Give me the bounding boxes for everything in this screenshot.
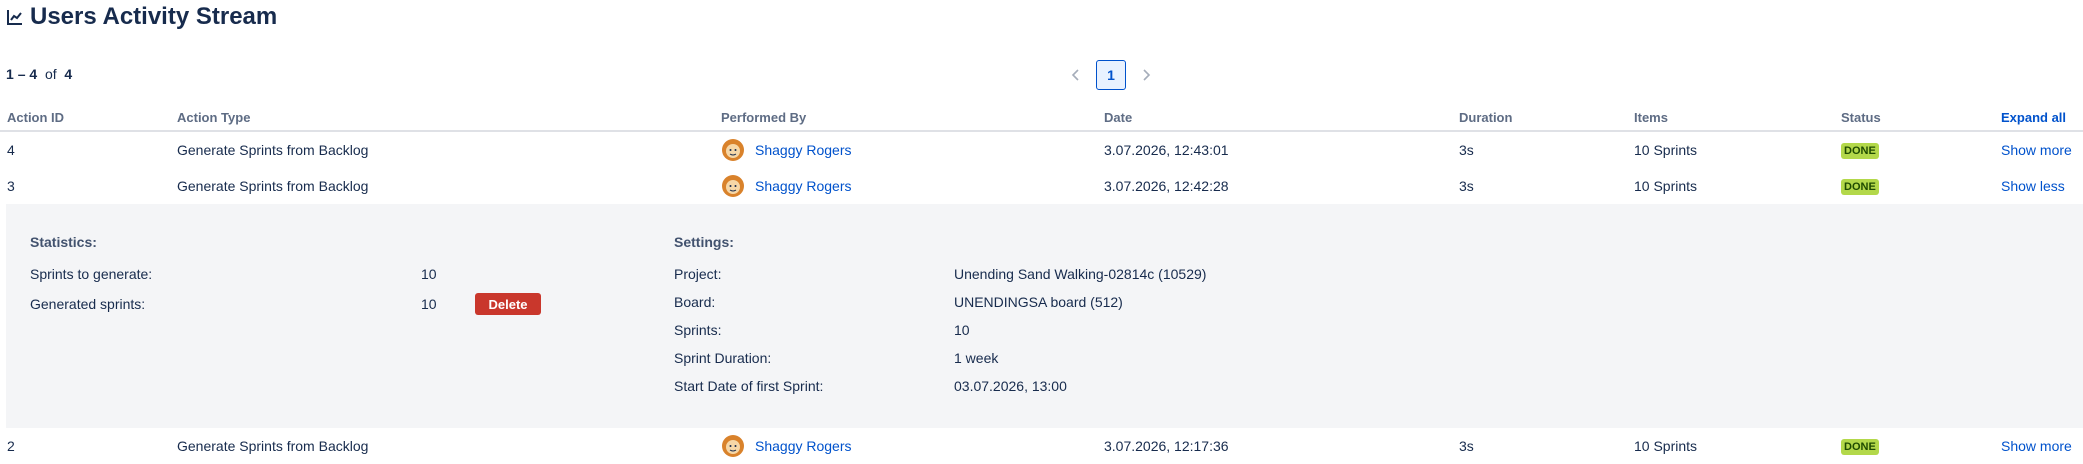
performed-by: Shaggy Rogers — [721, 168, 852, 204]
start-date-label: Start Date of first Sprint: — [674, 378, 824, 394]
table-row: 2 Generate Sprints from Backlog Shaggy R… — [0, 428, 2083, 464]
settings-title: Settings: — [674, 234, 734, 250]
start-date-value: 03.07.2026, 13:00 — [954, 378, 1067, 394]
show-more-link[interactable]: Show more — [2001, 428, 2072, 464]
column-action-id: Action ID — [7, 110, 65, 125]
user-link[interactable]: Shaggy Rogers — [755, 168, 852, 204]
avatar — [722, 435, 744, 457]
sprint-duration-label: Sprint Duration: — [674, 350, 772, 366]
page-1-button[interactable]: 1 — [1096, 60, 1126, 90]
status-cell: DONE — [1841, 132, 1879, 168]
status-badge: DONE — [1841, 179, 1879, 196]
pagination: 1 — [1066, 60, 1156, 90]
user-link[interactable]: Shaggy Rogers — [755, 428, 852, 464]
status-badge: DONE — [1841, 439, 1879, 456]
of-label: of — [44, 66, 57, 82]
range-end: 4 — [29, 66, 38, 82]
column-status: Status — [1841, 110, 1881, 125]
total-count: 4 — [64, 66, 73, 82]
action-type: Generate Sprints from Backlog — [177, 178, 369, 194]
delete-button[interactable]: Delete — [475, 293, 541, 315]
action-id: 3 — [7, 178, 15, 194]
table-header: Action ID Action Type Performed By Date … — [0, 106, 2083, 132]
results-count: 1 – 4 of 4 — [6, 66, 72, 82]
range-dash: – — [17, 66, 26, 82]
show-more-link[interactable]: Show more — [2001, 132, 2072, 168]
project-label: Project: — [674, 266, 722, 282]
performed-by: Shaggy Rogers — [721, 428, 852, 464]
action-type: Generate Sprints from Backlog — [177, 438, 369, 454]
action-items: 10 Sprints — [1634, 438, 1698, 454]
action-date: 3.07.2026, 12:42:28 — [1104, 178, 1229, 194]
action-date: 3.07.2026, 12:43:01 — [1104, 142, 1229, 158]
chevron-left-icon[interactable] — [1066, 60, 1086, 90]
action-items: 10 Sprints — [1634, 142, 1698, 158]
sprints-value: 10 — [954, 322, 970, 338]
sprint-duration-value: 1 week — [954, 350, 999, 366]
action-type: Generate Sprints from Backlog — [177, 142, 369, 158]
status-cell: DONE — [1841, 168, 1879, 204]
action-duration: 3s — [1459, 178, 1474, 194]
generated-sprints-label: Generated sprints: — [30, 296, 146, 312]
performed-by: Shaggy Rogers — [721, 132, 852, 168]
column-date: Date — [1104, 110, 1133, 125]
status-cell: DONE — [1841, 428, 1879, 464]
range-start: 1 — [6, 66, 14, 82]
board-value: UNENDINGSA board (512) — [954, 294, 1123, 310]
expand-all-link[interactable]: Expand all — [2001, 106, 2066, 130]
column-duration: Duration — [1459, 110, 1513, 125]
table-row: 4 Generate Sprints from Backlog Shaggy R… — [0, 132, 2083, 168]
action-details-panel: Statistics: Sprints to generate: 10 Gene… — [6, 204, 2083, 428]
status-badge: DONE — [1841, 143, 1879, 160]
column-items: Items — [1634, 110, 1668, 125]
action-id: 4 — [7, 142, 15, 158]
sprints-to-generate-label: Sprints to generate: — [30, 266, 153, 282]
page-title: Users Activity Stream — [30, 3, 278, 30]
page-header: Users Activity Stream — [6, 2, 277, 32]
avatar — [722, 139, 744, 161]
chevron-right-icon[interactable] — [1136, 60, 1156, 90]
action-date: 3.07.2026, 12:17:36 — [1104, 438, 1229, 454]
action-duration: 3s — [1459, 438, 1474, 454]
action-items: 10 Sprints — [1634, 178, 1698, 194]
table-row: 3 Generate Sprints from Backlog Shaggy R… — [0, 168, 2083, 204]
show-less-link[interactable]: Show less — [2001, 168, 2065, 204]
activity-table: Action ID Action Type Performed By Date … — [0, 106, 2083, 464]
column-action-type: Action Type — [177, 110, 251, 125]
statistics-title: Statistics: — [30, 234, 97, 250]
column-performed-by: Performed By — [721, 110, 807, 125]
line-chart-icon — [7, 10, 22, 25]
avatar — [722, 175, 744, 197]
action-id: 2 — [7, 438, 15, 454]
project-value: Unending Sand Walking-02814c (10529) — [954, 266, 1207, 282]
user-link[interactable]: Shaggy Rogers — [755, 132, 852, 168]
action-duration: 3s — [1459, 142, 1474, 158]
sprints-to-generate-value: 10 — [421, 266, 437, 282]
sprints-label: Sprints: — [674, 322, 722, 338]
board-label: Board: — [674, 294, 716, 310]
generated-sprints-value: 10 — [421, 296, 437, 312]
